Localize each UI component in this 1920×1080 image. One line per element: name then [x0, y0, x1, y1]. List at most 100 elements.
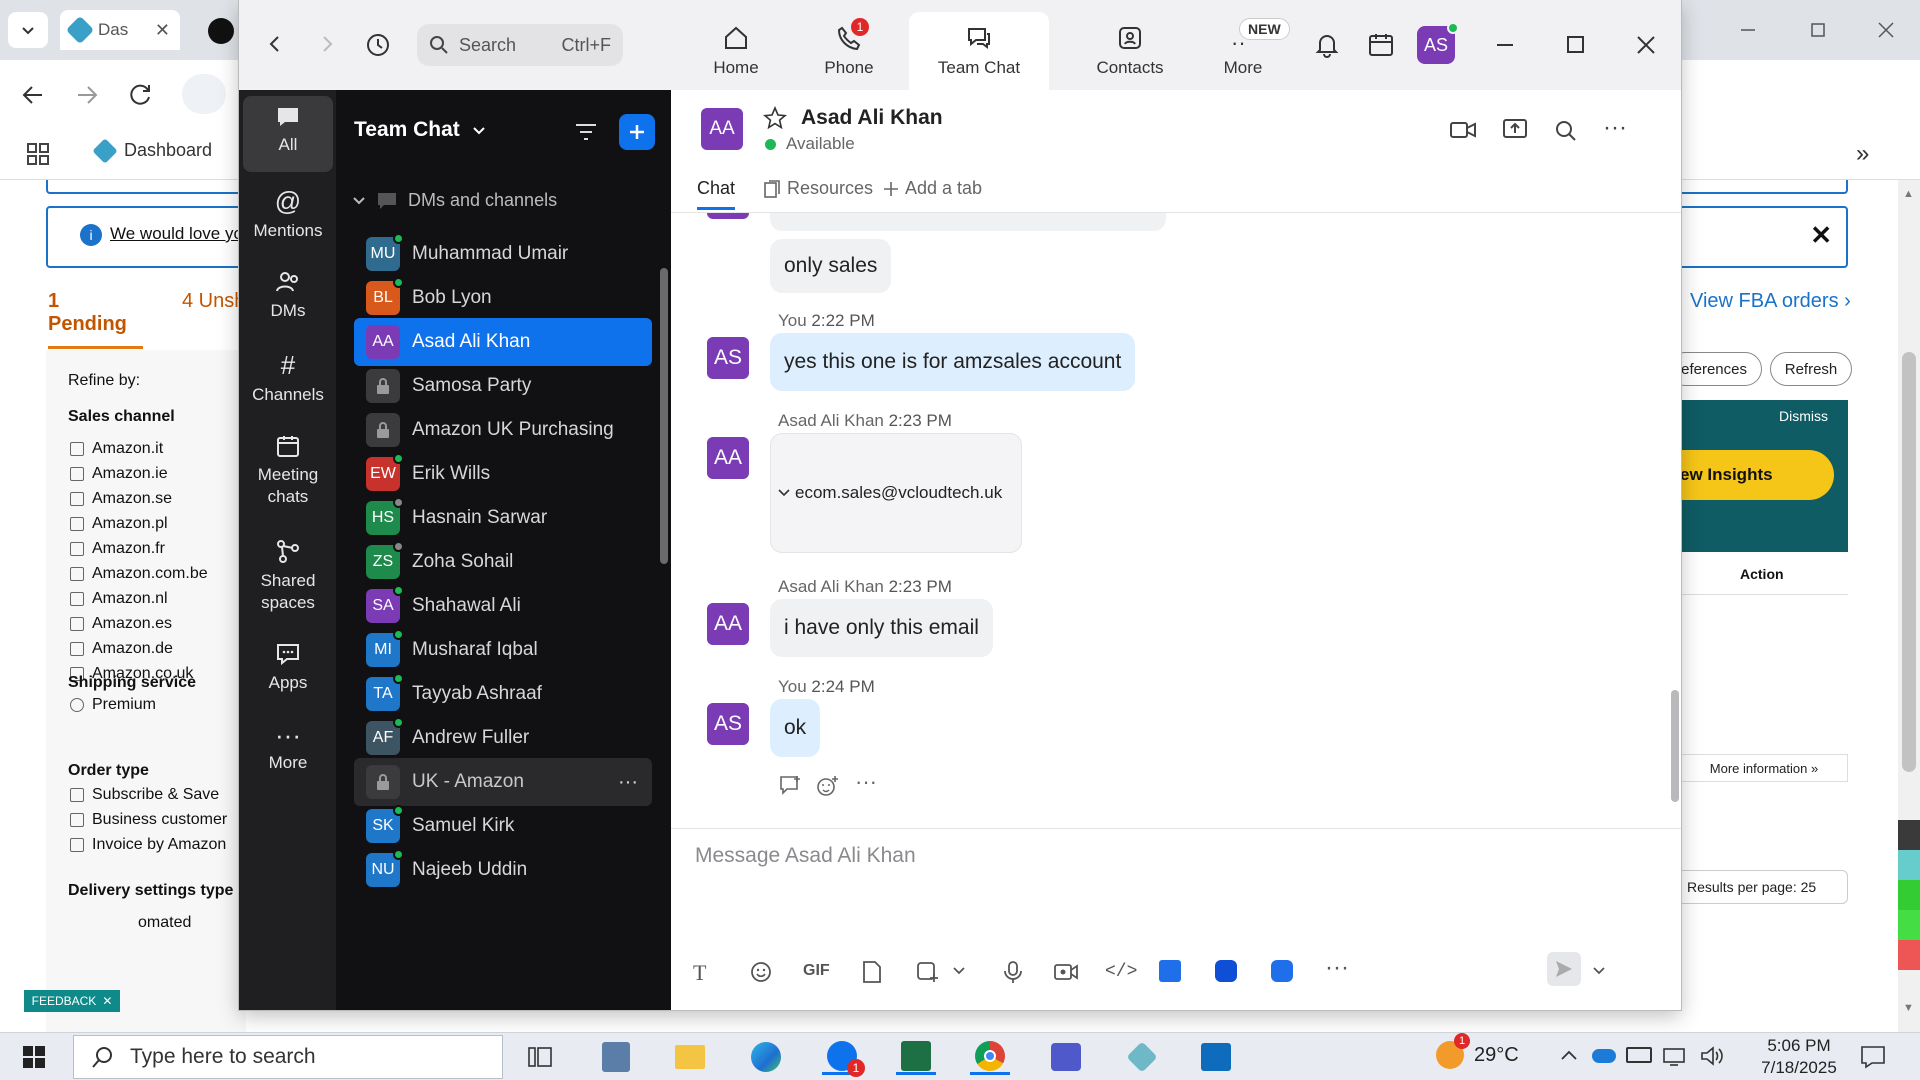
banner-link[interactable]: We would love you	[110, 224, 252, 244]
search-icon[interactable]	[1555, 120, 1577, 142]
tab-favicon-icon[interactable]	[208, 18, 234, 44]
sales-channel-checkbox[interactable]: Amazon.it	[70, 436, 208, 461]
list-item[interactable]: AF Andrew Fuller	[354, 714, 652, 762]
maximize-icon[interactable]	[1565, 34, 1587, 56]
gif-icon[interactable]: GIF	[803, 962, 830, 980]
onedrive-icon[interactable]	[1592, 1049, 1616, 1063]
list-item[interactable]: MI Musharaf Iqbal	[354, 626, 652, 674]
section-header[interactable]: DMs and channels	[352, 190, 557, 211]
tray-chevron-up-icon[interactable]	[1560, 1049, 1578, 1061]
new-chat-button[interactable]	[619, 114, 655, 150]
rail-dms[interactable]: DMs	[243, 270, 333, 322]
tab-team-chat[interactable]: Team Chat	[909, 12, 1049, 90]
video-call-icon[interactable]	[1449, 120, 1477, 140]
rail-channels[interactable]: # Channels	[243, 352, 333, 406]
share-screen-icon[interactable]	[1502, 118, 1528, 140]
docs-app-icon[interactable]	[1159, 960, 1181, 982]
bookmarks-overflow-icon[interactable]: »	[1856, 140, 1869, 168]
weather-widget[interactable]: 1 29°C	[1436, 1033, 1519, 1069]
scroll-down-icon[interactable]: ▼	[1903, 1002, 1914, 1014]
reply-icon[interactable]	[779, 775, 803, 797]
rail-mentions[interactable]: @ Mentions	[243, 188, 333, 242]
tab-more[interactable]: ·· NEW More	[1187, 12, 1299, 90]
app-icon[interactable]	[1122, 1039, 1162, 1075]
tab-pending[interactable]: 1 Pending	[48, 290, 143, 349]
chat-tab-resources[interactable]: Resources	[763, 178, 873, 199]
sales-channel-checkbox[interactable]: Amazon.ie	[70, 461, 208, 486]
site-info-icon[interactable]	[182, 74, 226, 114]
more-options-icon[interactable]: ···	[1603, 114, 1627, 142]
message-bubble[interactable]: ok	[770, 699, 821, 757]
excel-app-icon[interactable]	[896, 1039, 936, 1075]
close-icon[interactable]	[1635, 34, 1657, 56]
forward-icon[interactable]	[317, 34, 337, 54]
calendar-icon[interactable]	[1367, 32, 1395, 58]
order-type-checkbox[interactable]: Subscribe & Save	[70, 782, 227, 807]
close-icon[interactable]: ✕	[102, 994, 112, 1008]
forward-icon[interactable]	[74, 82, 100, 108]
close-icon[interactable]: ✕	[1810, 220, 1832, 251]
search-box[interactable]: Search Ctrl+F	[417, 24, 623, 66]
edge-browser-icon[interactable]	[746, 1039, 786, 1075]
sales-channel-checkbox[interactable]: Amazon.de	[70, 636, 208, 661]
file-explorer-icon[interactable]	[670, 1039, 710, 1075]
send-options-icon[interactable]	[1593, 966, 1605, 976]
close-icon[interactable]: ✕	[155, 20, 170, 41]
chevron-down-icon[interactable]	[953, 966, 965, 976]
list-item[interactable]: AA Asad Ali Khan	[354, 318, 652, 366]
tab-contacts[interactable]: Contacts	[1074, 12, 1186, 90]
history-icon[interactable]	[365, 32, 391, 58]
list-item[interactable]: BL Bob Lyon	[354, 274, 652, 322]
outlook-app-icon[interactable]	[1196, 1039, 1236, 1075]
notifications-icon[interactable]	[1314, 32, 1340, 58]
list-item[interactable]: UK - Amazon ···	[354, 758, 652, 806]
quoted-email-bubble[interactable]: ecom.sales@vcloudtech.uk	[770, 433, 1022, 553]
clips-app-icon[interactable]	[1271, 960, 1293, 982]
sales-channel-checkbox[interactable]: Amazon.com.be	[70, 561, 208, 586]
calculator-app-icon[interactable]	[596, 1039, 636, 1075]
apps-grid-icon[interactable]	[26, 142, 50, 166]
list-item[interactable]: SA Shahawal Ali	[354, 582, 652, 630]
minimize-icon[interactable]	[1494, 34, 1516, 56]
rail-all[interactable]: All	[243, 96, 333, 172]
refresh-button[interactable]: Refresh	[1770, 352, 1852, 386]
list-item[interactable]: TA Tayyab Ashraaf	[354, 670, 652, 718]
zoom-app-icon[interactable]: 1	[822, 1039, 865, 1077]
rail-shared-spaces[interactable]: Shared spaces	[243, 538, 333, 614]
preferences-button[interactable]: references	[1668, 352, 1762, 386]
sales-channel-checkbox[interactable]: Amazon.se	[70, 486, 208, 511]
back-icon[interactable]	[20, 82, 46, 108]
feedback-button[interactable]: FEEDBACK ✕	[24, 990, 120, 1012]
order-type-checkbox[interactable]: Business customer	[70, 807, 227, 832]
back-icon[interactable]	[265, 34, 285, 54]
chat-scrollbar[interactable]	[1671, 690, 1679, 802]
reload-icon[interactable]	[128, 82, 154, 108]
tab-phone[interactable]: 1 Phone	[793, 12, 905, 90]
results-per-page-select[interactable]: Results per page: 25	[1676, 870, 1848, 904]
list-item[interactable]: Samosa Party	[354, 362, 652, 410]
list-item[interactable]: NU Najeeb Uddin	[354, 846, 652, 894]
bookmark-dashboard[interactable]: Dashboard	[92, 137, 212, 164]
notifications-icon[interactable]	[1860, 1045, 1886, 1069]
message-input[interactable]: Message Asad Ali Khan	[695, 844, 1655, 884]
more-information-button[interactable]: More information »	[1680, 754, 1848, 782]
sales-channel-checkbox[interactable]: Amazon.fr	[70, 536, 208, 561]
more-actions-icon[interactable]: ···	[855, 769, 877, 795]
task-view-icon[interactable]	[520, 1039, 560, 1075]
screenshot-icon[interactable]	[915, 960, 939, 984]
teams-app-icon[interactable]	[1046, 1039, 1086, 1075]
send-button[interactable]	[1547, 952, 1581, 986]
browser-tab[interactable]: Das ✕	[60, 10, 180, 50]
emoji-icon[interactable]	[749, 960, 773, 984]
scroll-up-icon[interactable]: ▲	[1903, 188, 1914, 200]
add-reaction-icon[interactable]	[816, 775, 840, 797]
text-format-icon[interactable]: T	[693, 960, 706, 986]
volume-icon[interactable]	[1700, 1045, 1724, 1067]
user-avatar[interactable]: AS	[1417, 22, 1459, 64]
rail-more[interactable]: ··· More	[243, 722, 333, 774]
add-tab-button[interactable]: Add a tab	[883, 178, 982, 199]
more-tools-icon[interactable]: ···	[1325, 954, 1349, 982]
filter-icon[interactable]	[574, 122, 598, 142]
list-item[interactable]: MU Muhammad Umair	[354, 230, 652, 278]
start-button[interactable]	[14, 1039, 54, 1075]
